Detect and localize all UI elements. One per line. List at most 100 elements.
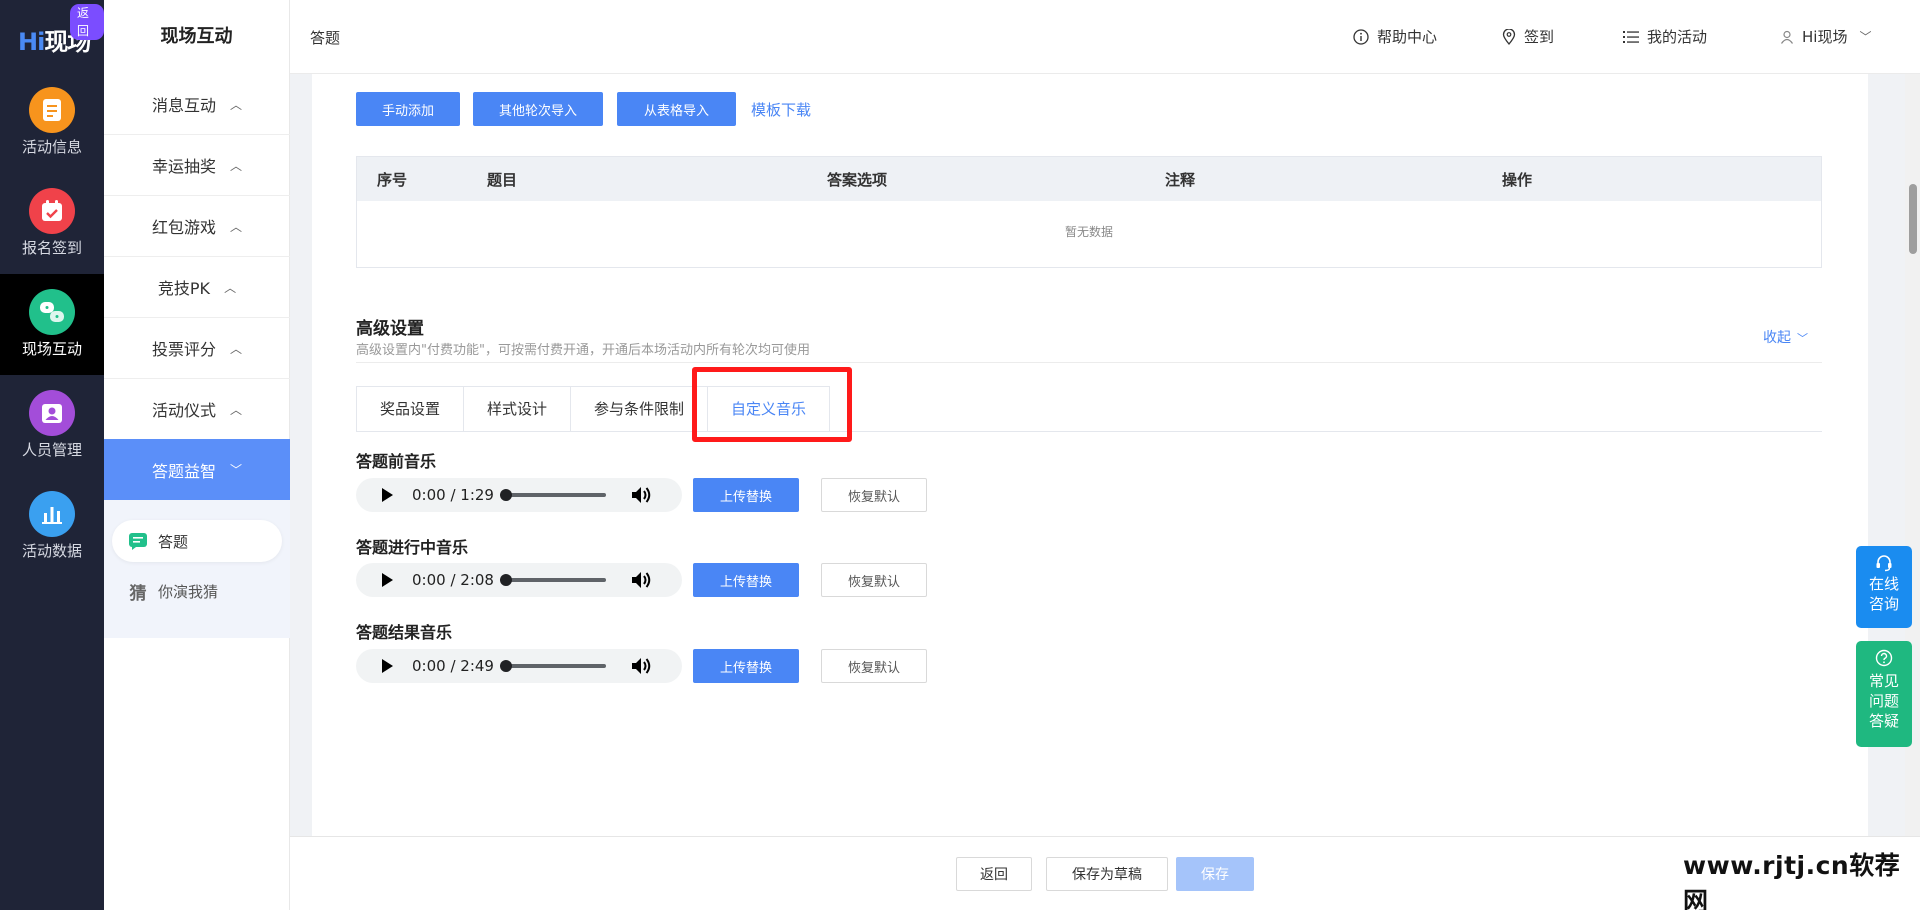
sidebar-item-pk[interactable]: 竞技PK ︿	[104, 257, 290, 318]
audio-time: 0:00 / 2:49	[412, 657, 494, 675]
sidebar-item-ceremony[interactable]: 活动仪式 ︿	[104, 379, 290, 440]
online-label-line1: 在线	[1868, 575, 1899, 593]
chevron-up-icon: ︿	[230, 97, 243, 112]
progress-knob[interactable]	[500, 660, 512, 672]
quiz-icon	[128, 531, 148, 551]
nav-item-data[interactable]: 活动数据	[0, 476, 104, 577]
audio-player-during: 0:00 / 2:08	[356, 563, 682, 597]
music-label-during: 答题进行中音乐	[356, 538, 469, 557]
sidebar-title: 现场互动	[160, 26, 233, 47]
help-center-label: 帮助中心	[1377, 28, 1438, 46]
play-icon[interactable]	[370, 478, 404, 512]
sidebar-subitem-label: 答题	[158, 532, 189, 551]
settings-tabs: 奖品设置 样式设计 参与条件限制 自定义音乐	[356, 386, 831, 432]
sidebar-item-label: 消息互动	[151, 96, 216, 115]
chevron-up-icon: ︿	[230, 341, 243, 356]
online-consult-button[interactable]: 在线 咨询	[1856, 546, 1912, 628]
tab-style-design[interactable]: 样式设计	[464, 387, 572, 431]
chevron-down-icon: ﹀	[230, 463, 243, 477]
back-badge[interactable]: 返回	[70, 4, 104, 40]
faq-label-line2: 问题	[1868, 692, 1899, 710]
audio-time: 0:00 / 1:29	[412, 486, 494, 504]
audio-progress[interactable]	[500, 660, 606, 672]
sidebar-item-vote[interactable]: 投票评分 ︿	[104, 318, 290, 379]
info-icon	[1353, 28, 1369, 45]
music-label-result: 答题结果音乐	[356, 623, 453, 642]
restore-default-button[interactable]: 恢复默认	[821, 478, 927, 512]
faq-label-line1: 常见	[1868, 672, 1899, 690]
import-table-button[interactable]: 从表格导入	[617, 92, 736, 126]
nav-label: 活动数据	[21, 542, 82, 560]
progress-knob[interactable]	[500, 574, 512, 586]
divider	[356, 362, 1822, 363]
main-content: 手动添加 其他轮次导入 从表格导入 模板下载 序号 题目 答案选项 注释 操作 …	[312, 74, 1868, 836]
column-header: 操作	[1502, 171, 1533, 189]
sidebar-item-label: 幸运抽奖	[151, 157, 216, 176]
play-icon[interactable]	[370, 563, 404, 597]
chevron-up-icon: ︿	[230, 219, 243, 234]
online-label-line2: 咨询	[1868, 595, 1899, 613]
audio-progress[interactable]	[500, 574, 606, 586]
progress-knob[interactable]	[500, 489, 512, 501]
chevron-up-icon: ︿	[224, 280, 237, 295]
my-activity-label: 我的活动	[1647, 28, 1708, 46]
upload-replace-button[interactable]: 上传替换	[693, 649, 799, 683]
column-header: 题目	[487, 171, 518, 189]
sidebar-item-label: 答题益智	[151, 461, 216, 481]
sidebar-item-label: 投票评分	[151, 340, 216, 359]
guess-icon: 猜	[129, 583, 147, 604]
template-download-link[interactable]: 模板下载	[751, 99, 811, 120]
tab-custom-music[interactable]: 自定义音乐	[708, 387, 831, 431]
sidebar-item-message[interactable]: 消息互动 ︿	[104, 74, 290, 135]
signin-link[interactable]: 签到	[1502, 26, 1554, 47]
volume-icon[interactable]	[630, 483, 654, 507]
chevron-down-icon: ﹀	[1797, 332, 1808, 345]
column-header: 序号	[377, 171, 408, 189]
upload-replace-button[interactable]: 上传替换	[693, 563, 799, 597]
audio-progress[interactable]	[500, 489, 606, 501]
nav-item-activity-info[interactable]: 活动信息	[0, 72, 104, 173]
nav-item-registration[interactable]: 报名签到	[0, 173, 104, 274]
audio-player-pre: 0:00 / 1:29	[356, 478, 682, 512]
user-menu[interactable]: Hi现场 ﹀	[1780, 26, 1871, 47]
collapse-button[interactable]: 收起 ﹀	[1763, 327, 1808, 347]
sidebar-item-label: 红包游戏	[151, 218, 216, 237]
user-name: Hi现场	[1802, 28, 1848, 46]
save-button[interactable]: 保存	[1176, 857, 1254, 891]
play-icon[interactable]	[370, 649, 404, 683]
sidebar-subitem-guess[interactable]: 猜 你演我猜	[112, 570, 282, 612]
nav-label: 人员管理	[21, 441, 82, 459]
scrollbar-thumb[interactable]	[1909, 184, 1917, 254]
tab-prize-settings[interactable]: 奖品设置	[357, 387, 465, 431]
save-draft-button[interactable]: 保存为草稿	[1046, 857, 1168, 891]
sidebar-item-red-packet[interactable]: 红包游戏 ︿	[104, 196, 290, 257]
import-other-round-button[interactable]: 其他轮次导入	[473, 92, 603, 126]
column-header: 注释	[1165, 171, 1196, 189]
volume-icon[interactable]	[630, 654, 654, 678]
tab-participation-limit[interactable]: 参与条件限制	[571, 387, 709, 431]
bar-chart-icon	[29, 491, 75, 537]
chevron-down-icon: ﹀	[1859, 30, 1872, 44]
sidebar-subitem-quiz[interactable]: 答题	[112, 520, 282, 562]
restore-default-button[interactable]: 恢复默认	[821, 649, 927, 683]
sidebar-item-quiz[interactable]: 答题益智 ﹀	[104, 439, 290, 500]
volume-icon[interactable]	[630, 568, 654, 592]
sidebar-submenu: 答题 猜 你演我猜	[104, 500, 290, 638]
question-icon	[1856, 641, 1912, 671]
my-activity-link[interactable]: 我的活动	[1623, 26, 1707, 47]
music-label-pre: 答题前音乐	[356, 452, 437, 471]
list-icon	[1623, 30, 1639, 43]
upload-replace-button[interactable]: 上传替换	[693, 478, 799, 512]
restore-default-button[interactable]: 恢复默认	[821, 563, 927, 597]
nav-label: 现场互动	[21, 340, 82, 358]
faq-button[interactable]: 常见 问题 答疑	[1856, 641, 1912, 747]
help-center-link[interactable]: 帮助中心	[1353, 26, 1437, 47]
nav-label: 报名签到	[21, 239, 82, 257]
nav-item-people[interactable]: 人员管理	[0, 375, 104, 476]
manual-add-button[interactable]: 手动添加	[356, 92, 460, 126]
chevron-up-icon: ︿	[230, 158, 243, 173]
back-button[interactable]: 返回	[956, 857, 1032, 891]
audio-player-result: 0:00 / 2:49	[356, 649, 682, 683]
sidebar-item-lottery[interactable]: 幸运抽奖 ︿	[104, 135, 290, 196]
nav-item-live-interaction[interactable]: 现场互动	[0, 274, 104, 375]
